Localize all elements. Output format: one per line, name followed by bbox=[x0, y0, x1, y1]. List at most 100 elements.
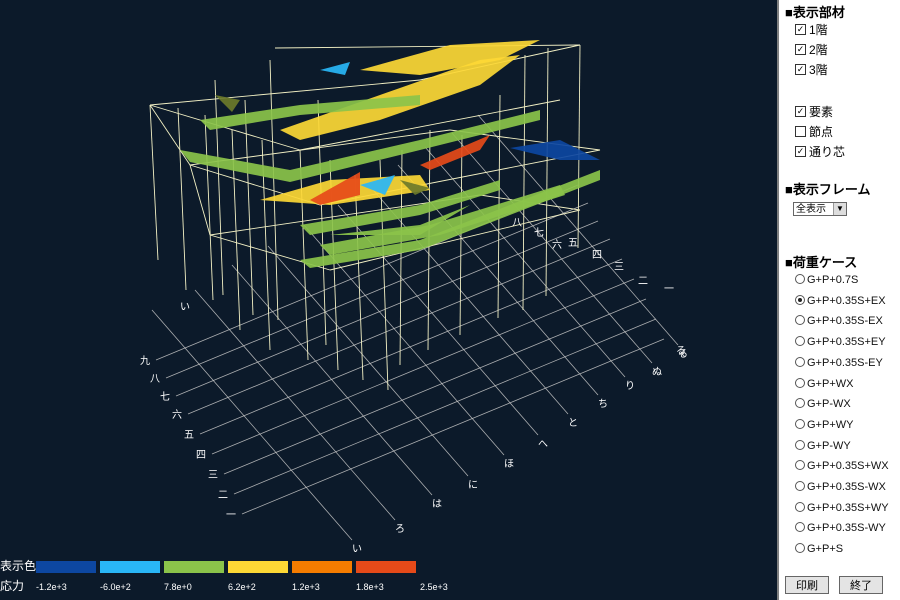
nodes-checkbox[interactable]: 節点 bbox=[795, 124, 833, 140]
column-line bbox=[545, 47, 549, 297]
stress-legend: 表示色 応力 -1.2e+3 -6.0e+2 7.8e+0 6.2e+2 1.2e+3 1… bbox=[0, 555, 460, 600]
load-case-option[interactable]: G+P+0.35S+EY bbox=[795, 334, 886, 350]
radio-icon[interactable] bbox=[795, 418, 805, 429]
load-case-option[interactable]: G+P+0.7S bbox=[795, 272, 858, 288]
chevron-down-icon[interactable]: ▼ bbox=[833, 203, 846, 215]
elements-checkbox[interactable]: ✓ 要素 bbox=[795, 104, 833, 120]
load-case-option[interactable]: G+P+S bbox=[795, 541, 843, 557]
load-case-option[interactable]: G+P+0.35S+WX bbox=[795, 458, 889, 474]
floor-1-checkbox[interactable]: ✓ 1階 bbox=[795, 22, 828, 38]
structure-scene[interactable]: 九八七六五四三二一いろはにほへとちりぬるい八七六 五四三二一る bbox=[0, 0, 777, 600]
legend-value: 1.2e+3 bbox=[292, 582, 320, 592]
grid-label: 五 bbox=[184, 430, 194, 441]
grid-label: 三 bbox=[208, 470, 218, 481]
checkbox-icon[interactable]: ✓ bbox=[795, 106, 806, 118]
grid-label: 三 bbox=[614, 262, 624, 273]
checkbox-icon[interactable]: ✓ bbox=[795, 146, 806, 158]
grid-label: ち bbox=[598, 398, 608, 410]
gridlines-checkbox[interactable]: ✓ 通り芯 bbox=[795, 144, 845, 160]
floor-3-checkbox[interactable]: ✓ 3階 bbox=[795, 62, 828, 78]
radio-icon[interactable] bbox=[795, 460, 805, 471]
display-frame-title: ■表示フレーム bbox=[785, 182, 871, 197]
radio-icon[interactable] bbox=[795, 522, 805, 533]
grid-label: り bbox=[625, 380, 635, 392]
column-line bbox=[177, 107, 187, 291]
load-cases-title: ■荷重ケース bbox=[785, 255, 858, 270]
grid-label: 八 bbox=[512, 218, 522, 229]
column-line bbox=[149, 104, 159, 261]
legend-value: 2.5e+3 bbox=[420, 582, 448, 592]
beam-line bbox=[189, 164, 211, 236]
checkbox-icon[interactable]: ✓ bbox=[795, 44, 806, 56]
beam-line bbox=[274, 44, 581, 49]
grid-line bbox=[199, 258, 623, 435]
legend-swatch bbox=[36, 561, 96, 573]
legend-value: -1.2e+3 bbox=[36, 582, 67, 592]
grid-label: る bbox=[676, 345, 686, 357]
grid-label: 六 bbox=[172, 409, 182, 421]
grid-label: 九 bbox=[140, 355, 150, 367]
checkbox-icon[interactable]: ✓ bbox=[795, 24, 806, 36]
grid-label: 六 bbox=[552, 239, 562, 251]
radio-icon[interactable] bbox=[795, 481, 805, 492]
legend-swatch bbox=[292, 561, 352, 573]
load-case-option[interactable]: G+P+WX bbox=[795, 376, 853, 392]
load-case-option[interactable]: G+P+0.35S-WY bbox=[795, 520, 886, 536]
finish-button[interactable]: 終了 bbox=[839, 576, 883, 594]
load-case-option[interactable]: G+P-WX bbox=[795, 396, 851, 412]
radio-icon[interactable] bbox=[795, 377, 805, 388]
stress-diagram bbox=[510, 140, 600, 160]
radio-icon[interactable] bbox=[795, 294, 805, 305]
grid-label: 一 bbox=[226, 510, 236, 521]
grid-label: 七 bbox=[160, 391, 170, 403]
control-panel: ■表示部材 ✓ 1階 ✓ 2階 ✓ 3階 ✓ 要素 節点 ✓ 通り芯 ■表示フレーム 全表… bbox=[779, 0, 900, 600]
column-line bbox=[459, 134, 463, 336]
radio-icon[interactable] bbox=[795, 336, 805, 347]
radio-icon[interactable] bbox=[795, 439, 805, 450]
grid-label: 七 bbox=[534, 227, 544, 239]
grid-label: 五 bbox=[568, 238, 578, 249]
legend-value-label: 応力 bbox=[0, 579, 25, 593]
stress-diagram bbox=[320, 62, 350, 75]
grid-label: 二 bbox=[638, 276, 648, 287]
print-button[interactable]: 印刷 bbox=[785, 576, 829, 594]
grid-label: 一 bbox=[664, 284, 674, 295]
radio-icon[interactable] bbox=[795, 315, 805, 326]
legend-value: 6.2e+2 bbox=[228, 582, 256, 592]
grid-line bbox=[231, 264, 433, 496]
legend-color-label: 表示色 bbox=[0, 559, 37, 573]
grid-label: い bbox=[180, 302, 190, 313]
legend-value: -6.0e+2 bbox=[100, 582, 131, 592]
grid-label: と bbox=[568, 417, 578, 429]
legend-swatch bbox=[228, 561, 288, 573]
checkbox-icon[interactable] bbox=[795, 126, 806, 138]
load-case-option[interactable]: G+P+WY bbox=[795, 417, 853, 433]
legend-swatch bbox=[356, 561, 416, 573]
load-case-option[interactable]: G+P+0.35S-WX bbox=[795, 479, 886, 495]
radio-icon[interactable] bbox=[795, 274, 805, 285]
column-line bbox=[299, 149, 309, 361]
grid-line bbox=[223, 298, 647, 475]
floor-2-checkbox[interactable]: ✓ 2階 bbox=[795, 42, 828, 58]
load-case-option[interactable]: G+P+0.35S-EX bbox=[795, 313, 883, 329]
radio-icon[interactable] bbox=[795, 398, 805, 409]
checkbox-icon[interactable]: ✓ bbox=[795, 64, 806, 76]
grid-label: い bbox=[352, 544, 362, 555]
grid-label: ぬ bbox=[652, 366, 662, 378]
3d-viewport[interactable]: 九八七六五四三二一いろはにほへとちりぬるい八七六五四三二一る 表示色 応力 -1… bbox=[0, 0, 777, 600]
column-line bbox=[577, 44, 581, 249]
stress-diagram bbox=[215, 95, 240, 112]
load-case-option[interactable]: G+P-WY bbox=[795, 438, 851, 454]
grid-label: ほ bbox=[504, 458, 514, 470]
radio-icon[interactable] bbox=[795, 356, 805, 367]
load-case-option[interactable]: G+P+0.35S+EX bbox=[795, 293, 886, 309]
frame-select[interactable]: 全表示 ▼ bbox=[793, 202, 847, 216]
grid-line bbox=[165, 202, 589, 379]
grid-label: ろ bbox=[395, 524, 405, 535]
grid-label: へ bbox=[538, 439, 548, 450]
load-case-option[interactable]: G+P+0.35S+WY bbox=[795, 500, 889, 516]
radio-icon[interactable] bbox=[795, 543, 805, 554]
radio-icon[interactable] bbox=[795, 501, 805, 512]
load-case-option[interactable]: G+P+0.35S-EY bbox=[795, 355, 883, 371]
column-line bbox=[244, 99, 254, 316]
